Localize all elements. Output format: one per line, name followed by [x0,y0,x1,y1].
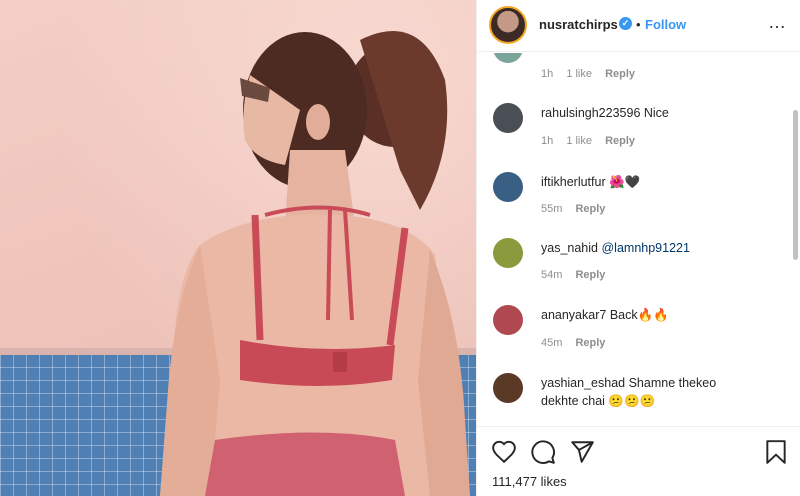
reply-button[interactable]: Reply [575,203,605,215]
share-icon[interactable] [569,439,595,465]
comment-time: 55m [541,203,563,215]
post-header: nusratchirps ✓ • Follow … [477,0,800,52]
commenter-username[interactable]: ananyakar7 [541,308,606,322]
reply-button[interactable]: Reply [575,269,605,281]
comment-time: 45m [541,337,563,349]
header-separator: • [636,17,641,32]
comment-time: 1h [541,135,554,147]
comments-panel: nusratchirps ✓ • Follow … 1h 1 like Repl… [476,0,800,496]
commenter-username[interactable]: iftikherlutfur [541,175,606,189]
like-count[interactable]: 111,477 likes [492,474,567,489]
comment-body: rahulsingh223596 Nice [541,106,669,120]
comment-time: 54m [541,269,563,281]
heart-icon[interactable] [491,439,517,465]
comment-likes[interactable]: 1 like [566,68,592,80]
comment-icon[interactable] [530,439,556,465]
commenter-avatar[interactable] [493,305,523,335]
more-options-icon[interactable]: … [768,12,787,33]
verified-badge-icon: ✓ [619,17,632,30]
post-image[interactable] [0,0,476,496]
comment-body: yashian_eshad Shamne thekeo [541,376,716,390]
author-username[interactable]: nusratchirps [539,17,618,32]
follow-button[interactable]: Follow [645,17,686,32]
commenter-username[interactable]: rahulsingh223596 [541,106,640,120]
commenter-avatar[interactable] [493,172,523,202]
comment-body: yas_nahid @lamnhp91221 [541,241,690,255]
comment-time: 1h [541,68,554,80]
bookmark-icon[interactable] [763,439,789,465]
comment-body: ananyakar7 Back🔥🔥 [541,308,669,323]
reply-button[interactable]: Reply [575,337,605,349]
comment-likes[interactable]: 1 like [566,135,592,147]
comment-meta: 54m Reply [541,269,615,281]
reply-button[interactable]: Reply [605,135,635,147]
woman-figure [160,31,470,496]
commenter-avatar[interactable] [493,103,523,133]
comment-text: @lamnhp91221 [601,241,690,255]
comment-text: Back🔥🔥 [609,308,669,322]
comments-scrollbar[interactable] [793,110,798,260]
comment-meta: 45m Reply [541,337,615,349]
comment-meta: 55m Reply [541,203,615,215]
comment-text: Shamne thekeo [628,376,717,390]
comment-text: 🌺🖤 [609,175,641,189]
commenter-avatar[interactable] [493,238,523,268]
commenter-avatar[interactable] [493,53,523,63]
comment-body: iftikherlutfur 🌺🖤 [541,175,640,190]
comments-list[interactable]: 1h 1 like Reply rahulsingh223596 Nice 1h… [477,53,789,426]
comment-text: Nice [643,106,669,120]
comment-meta: 1h 1 like Reply [541,135,645,147]
author-avatar[interactable] [489,6,527,44]
commenter-username[interactable]: yas_nahid [541,241,598,255]
commenter-username[interactable]: yashian_eshad [541,376,625,390]
comment-text-continued: dekhte chai 😕😕😕 [541,394,656,408]
comment-meta: 1h 1 like Reply [541,68,645,80]
reply-button[interactable]: Reply [605,68,635,80]
post-actions: 111,477 likes [477,426,800,496]
commenter-avatar[interactable] [493,373,523,403]
